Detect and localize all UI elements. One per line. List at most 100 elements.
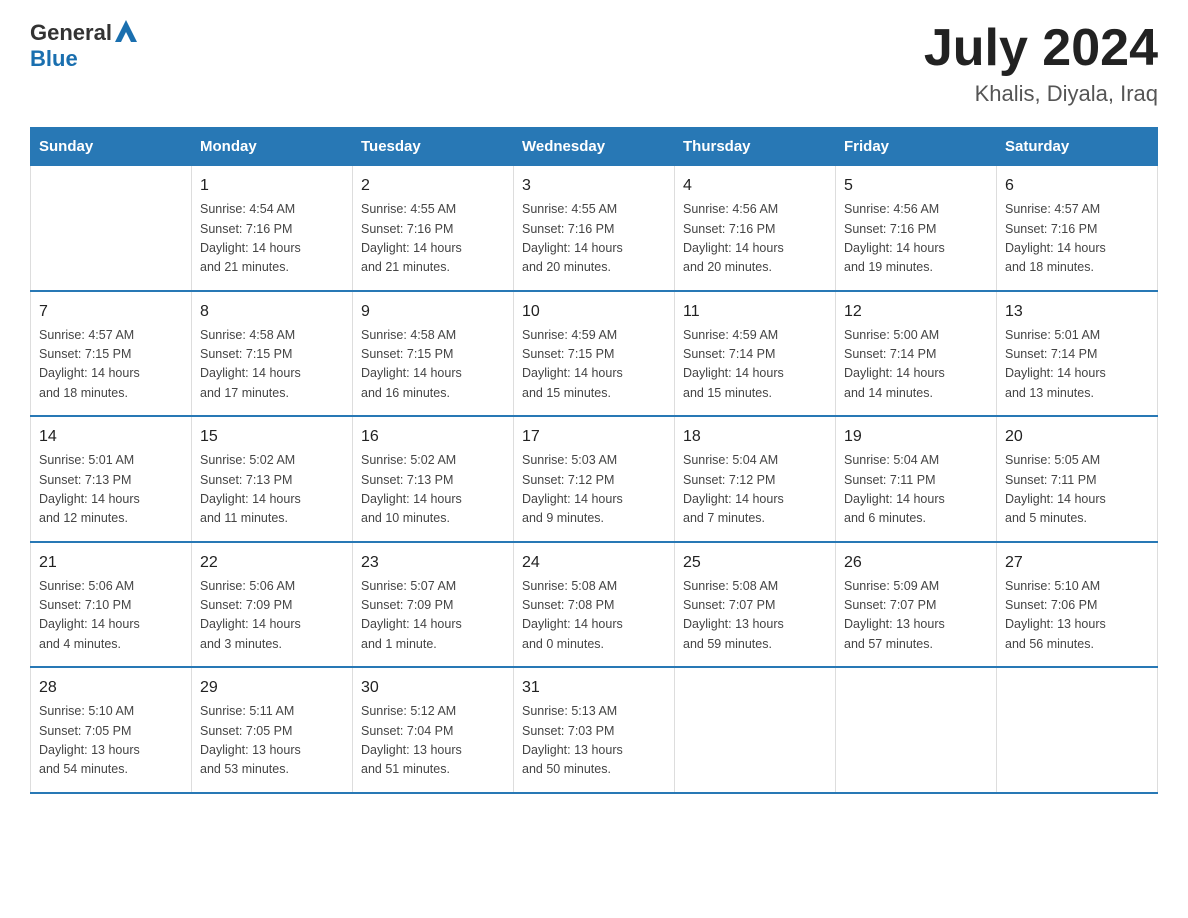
day-info: Sunrise: 4:58 AM Sunset: 7:15 PM Dayligh…	[200, 326, 344, 404]
calendar-cell: 20Sunrise: 5:05 AM Sunset: 7:11 PM Dayli…	[997, 416, 1158, 542]
calendar-cell: 13Sunrise: 5:01 AM Sunset: 7:14 PM Dayli…	[997, 291, 1158, 417]
day-number: 7	[39, 300, 183, 324]
calendar-week-row: 21Sunrise: 5:06 AM Sunset: 7:10 PM Dayli…	[31, 542, 1158, 668]
calendar-cell: 28Sunrise: 5:10 AM Sunset: 7:05 PM Dayli…	[31, 667, 192, 793]
day-number: 9	[361, 300, 505, 324]
calendar-cell	[675, 667, 836, 793]
calendar-cell: 30Sunrise: 5:12 AM Sunset: 7:04 PM Dayli…	[353, 667, 514, 793]
day-info: Sunrise: 5:13 AM Sunset: 7:03 PM Dayligh…	[522, 702, 666, 780]
location-title: Khalis, Diyala, Iraq	[924, 81, 1158, 107]
day-info: Sunrise: 5:04 AM Sunset: 7:12 PM Dayligh…	[683, 451, 827, 529]
day-number: 10	[522, 300, 666, 324]
calendar-cell: 6Sunrise: 4:57 AM Sunset: 7:16 PM Daylig…	[997, 166, 1158, 291]
calendar-cell: 5Sunrise: 4:56 AM Sunset: 7:16 PM Daylig…	[836, 166, 997, 291]
calendar-cell: 1Sunrise: 4:54 AM Sunset: 7:16 PM Daylig…	[192, 166, 353, 291]
column-header-saturday: Saturday	[997, 128, 1158, 166]
day-info: Sunrise: 5:06 AM Sunset: 7:09 PM Dayligh…	[200, 577, 344, 655]
logo-text-general: General	[30, 21, 112, 45]
day-number: 28	[39, 676, 183, 700]
day-number: 24	[522, 551, 666, 575]
calendar-cell: 23Sunrise: 5:07 AM Sunset: 7:09 PM Dayli…	[353, 542, 514, 668]
day-number: 1	[200, 174, 344, 198]
day-info: Sunrise: 5:11 AM Sunset: 7:05 PM Dayligh…	[200, 702, 344, 780]
day-number: 21	[39, 551, 183, 575]
calendar-cell: 19Sunrise: 5:04 AM Sunset: 7:11 PM Dayli…	[836, 416, 997, 542]
day-info: Sunrise: 5:08 AM Sunset: 7:08 PM Dayligh…	[522, 577, 666, 655]
page-header: General Blue July 2024 Khalis, Diyala, I…	[30, 20, 1158, 107]
day-info: Sunrise: 4:57 AM Sunset: 7:16 PM Dayligh…	[1005, 200, 1149, 278]
calendar-cell: 8Sunrise: 4:58 AM Sunset: 7:15 PM Daylig…	[192, 291, 353, 417]
title-block: July 2024 Khalis, Diyala, Iraq	[924, 20, 1158, 107]
day-info: Sunrise: 5:09 AM Sunset: 7:07 PM Dayligh…	[844, 577, 988, 655]
day-info: Sunrise: 5:04 AM Sunset: 7:11 PM Dayligh…	[844, 451, 988, 529]
day-info: Sunrise: 5:12 AM Sunset: 7:04 PM Dayligh…	[361, 702, 505, 780]
day-info: Sunrise: 5:10 AM Sunset: 7:05 PM Dayligh…	[39, 702, 183, 780]
day-info: Sunrise: 4:59 AM Sunset: 7:15 PM Dayligh…	[522, 326, 666, 404]
calendar-cell: 29Sunrise: 5:11 AM Sunset: 7:05 PM Dayli…	[192, 667, 353, 793]
calendar-header-row: SundayMondayTuesdayWednesdayThursdayFrid…	[31, 128, 1158, 166]
day-number: 18	[683, 425, 827, 449]
day-number: 13	[1005, 300, 1149, 324]
column-header-thursday: Thursday	[675, 128, 836, 166]
month-title: July 2024	[924, 20, 1158, 77]
day-info: Sunrise: 4:59 AM Sunset: 7:14 PM Dayligh…	[683, 326, 827, 404]
day-info: Sunrise: 5:01 AM Sunset: 7:14 PM Dayligh…	[1005, 326, 1149, 404]
day-info: Sunrise: 4:55 AM Sunset: 7:16 PM Dayligh…	[361, 200, 505, 278]
day-info: Sunrise: 4:54 AM Sunset: 7:16 PM Dayligh…	[200, 200, 344, 278]
column-header-monday: Monday	[192, 128, 353, 166]
day-number: 14	[39, 425, 183, 449]
day-info: Sunrise: 5:05 AM Sunset: 7:11 PM Dayligh…	[1005, 451, 1149, 529]
day-number: 12	[844, 300, 988, 324]
calendar-week-row: 7Sunrise: 4:57 AM Sunset: 7:15 PM Daylig…	[31, 291, 1158, 417]
day-number: 30	[361, 676, 505, 700]
calendar-cell: 2Sunrise: 4:55 AM Sunset: 7:16 PM Daylig…	[353, 166, 514, 291]
day-info: Sunrise: 4:57 AM Sunset: 7:15 PM Dayligh…	[39, 326, 183, 404]
column-header-tuesday: Tuesday	[353, 128, 514, 166]
logo-text-blue: Blue	[30, 46, 78, 71]
calendar-cell	[31, 166, 192, 291]
day-number: 11	[683, 300, 827, 324]
day-number: 25	[683, 551, 827, 575]
day-info: Sunrise: 5:10 AM Sunset: 7:06 PM Dayligh…	[1005, 577, 1149, 655]
day-info: Sunrise: 5:02 AM Sunset: 7:13 PM Dayligh…	[361, 451, 505, 529]
day-info: Sunrise: 4:56 AM Sunset: 7:16 PM Dayligh…	[844, 200, 988, 278]
calendar-cell: 4Sunrise: 4:56 AM Sunset: 7:16 PM Daylig…	[675, 166, 836, 291]
calendar-week-row: 28Sunrise: 5:10 AM Sunset: 7:05 PM Dayli…	[31, 667, 1158, 793]
calendar-cell: 25Sunrise: 5:08 AM Sunset: 7:07 PM Dayli…	[675, 542, 836, 668]
day-number: 2	[361, 174, 505, 198]
calendar-cell: 27Sunrise: 5:10 AM Sunset: 7:06 PM Dayli…	[997, 542, 1158, 668]
calendar-cell: 26Sunrise: 5:09 AM Sunset: 7:07 PM Dayli…	[836, 542, 997, 668]
column-header-friday: Friday	[836, 128, 997, 166]
calendar-cell: 11Sunrise: 4:59 AM Sunset: 7:14 PM Dayli…	[675, 291, 836, 417]
column-header-sunday: Sunday	[31, 128, 192, 166]
calendar-cell: 18Sunrise: 5:04 AM Sunset: 7:12 PM Dayli…	[675, 416, 836, 542]
day-number: 8	[200, 300, 344, 324]
day-info: Sunrise: 5:08 AM Sunset: 7:07 PM Dayligh…	[683, 577, 827, 655]
day-number: 6	[1005, 174, 1149, 198]
day-number: 20	[1005, 425, 1149, 449]
day-number: 16	[361, 425, 505, 449]
day-info: Sunrise: 5:01 AM Sunset: 7:13 PM Dayligh…	[39, 451, 183, 529]
day-number: 26	[844, 551, 988, 575]
day-info: Sunrise: 5:02 AM Sunset: 7:13 PM Dayligh…	[200, 451, 344, 529]
calendar-cell: 12Sunrise: 5:00 AM Sunset: 7:14 PM Dayli…	[836, 291, 997, 417]
calendar-cell: 10Sunrise: 4:59 AM Sunset: 7:15 PM Dayli…	[514, 291, 675, 417]
calendar-week-row: 14Sunrise: 5:01 AM Sunset: 7:13 PM Dayli…	[31, 416, 1158, 542]
calendar-cell: 24Sunrise: 5:08 AM Sunset: 7:08 PM Dayli…	[514, 542, 675, 668]
day-number: 15	[200, 425, 344, 449]
day-number: 4	[683, 174, 827, 198]
day-info: Sunrise: 5:06 AM Sunset: 7:10 PM Dayligh…	[39, 577, 183, 655]
calendar-table: SundayMondayTuesdayWednesdayThursdayFrid…	[30, 127, 1158, 794]
day-info: Sunrise: 4:56 AM Sunset: 7:16 PM Dayligh…	[683, 200, 827, 278]
day-number: 22	[200, 551, 344, 575]
calendar-cell: 17Sunrise: 5:03 AM Sunset: 7:12 PM Dayli…	[514, 416, 675, 542]
day-number: 23	[361, 551, 505, 575]
calendar-cell: 3Sunrise: 4:55 AM Sunset: 7:16 PM Daylig…	[514, 166, 675, 291]
calendar-week-row: 1Sunrise: 4:54 AM Sunset: 7:16 PM Daylig…	[31, 166, 1158, 291]
day-number: 19	[844, 425, 988, 449]
calendar-cell: 21Sunrise: 5:06 AM Sunset: 7:10 PM Dayli…	[31, 542, 192, 668]
calendar-cell	[836, 667, 997, 793]
calendar-cell: 7Sunrise: 4:57 AM Sunset: 7:15 PM Daylig…	[31, 291, 192, 417]
day-number: 27	[1005, 551, 1149, 575]
day-info: Sunrise: 5:00 AM Sunset: 7:14 PM Dayligh…	[844, 326, 988, 404]
